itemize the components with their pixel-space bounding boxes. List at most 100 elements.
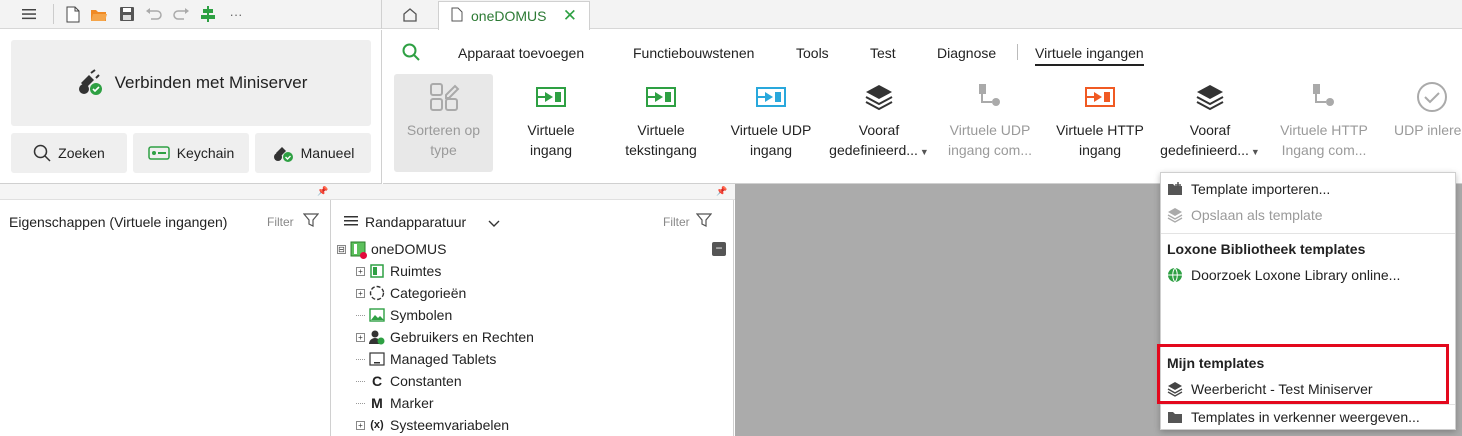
properties-panel: Eigenschappen (Virtuele ingangen) Filter [0,200,331,436]
virtual-http-command-button[interactable]: Virtuele HTTP Ingang com... [1273,74,1375,172]
tab-diagnose[interactable]: Diagnose [937,45,996,61]
search-button[interactable]: Zoeken [11,133,127,173]
sort-by-type-button[interactable]: Sorteren op type [394,74,493,172]
manual-button-label: Manueel [300,145,355,161]
periphery-panel-title[interactable]: Randapparatuur [365,214,466,230]
home-tab[interactable] [386,2,434,29]
quick-access-toolbar: ··· [0,0,382,29]
virtual-udp-input-label-1: Virtuele UDP [730,122,812,138]
predefined-udp-button[interactable]: Vooraf gedefinieerd... ▼ [827,74,931,172]
virtual-http-input-label-1: Virtuele HTTP [1056,122,1144,138]
tree-expander[interactable]: + [356,420,365,430]
tree-label: Symbolen [390,307,453,323]
image-icon [369,307,385,323]
user-icon [369,329,385,345]
layers-icon [864,74,894,120]
folder-icon [1168,412,1182,423]
ribbon-tab-divider [1017,44,1018,60]
sort-by-type-label-2: type [430,142,457,158]
tree-node-constanten[interactable]: C Constanten [356,370,462,392]
connection-panel: Verbinden met Miniserver Zoeken Keychain… [0,30,382,184]
tree-node-managed-tablets[interactable]: Managed Tablets [356,348,496,370]
pin-icon[interactable]: 📌 [317,186,328,197]
pin-icon[interactable]: 📌 [716,186,727,197]
save-as-template-label: Opslaan als template [1191,207,1323,223]
tree-label: Managed Tablets [390,351,497,367]
keychain-icon [147,146,170,160]
tree-label: Systeemvariabelen [390,417,510,433]
import-template-label: Template importeren... [1191,181,1331,197]
tree-node-root[interactable]: ⊟ oneDOMUS [337,238,446,260]
open-folder-icon[interactable] [88,4,110,24]
import-template-item[interactable]: Template importeren... [1167,178,1330,200]
search-button-label: Zoeken [58,145,105,161]
ribbon-search-icon[interactable] [402,43,420,64]
search-library-online-item[interactable]: Doorzoek Loxone Library online... [1167,264,1400,286]
import-folder-icon [1168,182,1182,195]
periphery-filter-label[interactable]: Filter [663,215,690,229]
keychain-button[interactable]: Keychain [133,133,249,173]
tab-apparaat-toevoegen[interactable]: Apparaat toevoegen [458,45,584,61]
plug-connected-icon [78,69,102,95]
udp-monitor-label: UDP inlere [1394,122,1462,138]
tree-node-categorieen[interactable]: + Categorieën [356,282,466,304]
virtual-udp-command-label-1: Virtuele UDP [949,122,1031,138]
tree-node-ruimtes[interactable]: + Ruimtes [356,260,441,282]
filter-icon[interactable] [695,212,713,231]
periphery-panel: Randapparatuur Filter − ⊟ oneDOMUS + Rui… [332,200,734,436]
document-tab[interactable]: oneDOMUS ✕ [438,1,590,30]
chevron-down-icon[interactable] [488,216,500,231]
virtual-udp-command-button[interactable]: Virtuele UDP ingang com... [940,74,1040,172]
connect-miniserver-button[interactable]: Verbinden met Miniserver [11,40,371,126]
undo-icon[interactable] [143,4,165,24]
filter-icon[interactable] [302,212,320,231]
save-as-template-item[interactable]: Opslaan als template [1167,204,1323,226]
predefined-http-label-1: Vooraf [1189,122,1231,138]
show-templates-in-explorer-item[interactable]: Templates in verkenner weergeven... [1167,406,1420,428]
tab-virtuele-ingangen[interactable]: Virtuele ingangen [1035,45,1144,66]
tree-label: Marker [390,395,434,411]
tree-expander[interactable]: + [356,288,365,298]
tree-expander[interactable]: + [356,266,365,276]
virtual-text-input-label-1: Virtuele [637,122,685,138]
list-menu-icon[interactable] [344,215,358,230]
tree-label: Ruimtes [390,263,442,279]
tab-test[interactable]: Test [870,45,896,61]
tab-tools[interactable]: Tools [796,45,829,61]
miniserver-icon [350,241,367,259]
virtual-text-input-button[interactable]: Virtuele tekstingang [612,74,710,172]
virtual-text-input-label-2: tekstingang [625,142,697,158]
globe-icon [1168,267,1182,283]
virtual-http-input-button[interactable]: Virtuele HTTP ingang [1050,74,1150,172]
save-icon[interactable] [116,4,138,24]
layers-icon [1195,74,1225,120]
virtual-udp-input-label-2: ingang [749,142,793,158]
collapse-all-button[interactable]: − [712,242,726,256]
more-icon[interactable]: ··· [225,4,247,24]
new-file-icon[interactable] [62,4,84,24]
close-icon[interactable]: ✕ [563,7,577,24]
top-bar: ··· oneDOMUS ✕ [0,0,1462,30]
predefined-http-button[interactable]: Vooraf gedefinieerd... ▼ [1158,74,1262,172]
tree-expander[interactable]: ⊟ [337,244,346,254]
manual-button[interactable]: Manueel [255,133,371,173]
constant-icon: C [371,373,383,389]
virtual-udp-input-button[interactable]: Virtuele UDP ingang [724,74,818,172]
tree-expander[interactable]: + [356,332,365,342]
command-connector-icon [977,74,1003,120]
category-icon [369,285,385,301]
tab-functiebouwstenen[interactable]: Functiebouwstenen [633,45,754,61]
tree-node-marker[interactable]: M Marker [356,392,434,414]
virtual-udp-command-label-2: ingang com... [947,142,1033,158]
redo-icon[interactable] [170,4,192,24]
tree-node-gebruikers[interactable]: + Gebruikers en Rechten [356,326,534,348]
tree-node-symbolen[interactable]: Symbolen [356,304,452,326]
divider [1161,404,1455,405]
udp-monitor-button[interactable]: UDP inlere [1388,74,1462,172]
properties-filter-label[interactable]: Filter [267,215,294,229]
align-icon[interactable] [197,4,219,24]
virtual-input-button[interactable]: Virtuele ingang [505,74,597,172]
variable-icon: (x) [370,419,384,431]
menu-icon[interactable] [18,4,40,24]
tree-node-systeemvariabelen[interactable]: + (x) Systeemvariabelen [356,414,509,436]
